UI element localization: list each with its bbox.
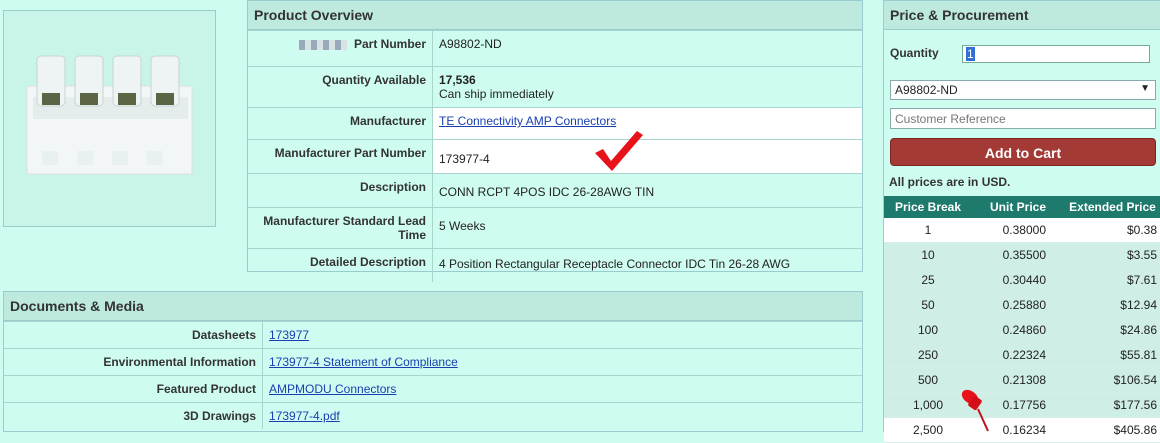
table-row: 1,000 0.17756 $177.56 bbox=[884, 392, 1160, 418]
table-row: Environmental Information 173977-4 State… bbox=[4, 348, 862, 376]
table-row: 500 0.21308 $106.54 bbox=[884, 367, 1160, 393]
part-number-value: A98802-ND bbox=[432, 30, 862, 67]
checkmark-icon bbox=[595, 131, 643, 171]
table-row: 1 0.38000 $0.38 bbox=[884, 218, 1160, 243]
3d-drawing-link[interactable]: 173977-4.pdf bbox=[269, 409, 340, 423]
unit-price-header: Unit Price bbox=[972, 196, 1064, 218]
price-break-table: Price Break Unit Price Extended Price 1 … bbox=[884, 196, 1160, 443]
table-row: 3D Drawings 173977-4.pdf bbox=[4, 402, 862, 429]
price-break-cell: 100 bbox=[884, 317, 972, 343]
price-break-cell: 1 bbox=[884, 218, 972, 243]
description-value: CONN RCPT 4POS IDC 26-28AWG TIN bbox=[439, 185, 655, 199]
price-procurement-panel: Price & Procurement Quantity 1 A98802-ND… bbox=[883, 0, 1160, 443]
unit-price-cell: 0.24860 bbox=[972, 317, 1064, 343]
product-overview-panel: Product Overview Part Number A98802-ND Q… bbox=[247, 0, 863, 282]
table-row: 100 0.24860 $24.86 bbox=[884, 317, 1160, 343]
quantity-available-value: 17,536 bbox=[439, 73, 476, 87]
manufacturer-part-number-label: Manufacturer Part Number bbox=[248, 139, 433, 174]
documents-media-panel: Documents & Media Datasheets 173977 Envi… bbox=[3, 291, 863, 432]
extended-price-cell: $177.56 bbox=[1064, 392, 1160, 418]
add-to-cart-button[interactable]: Add to Cart bbox=[890, 138, 1156, 166]
product-image-frame[interactable] bbox=[3, 10, 216, 227]
lead-time-value: 5 Weeks bbox=[439, 219, 486, 233]
documents-media-table: Datasheets 173977 Environmental Informat… bbox=[4, 321, 862, 429]
currency-note: All prices are in USD. bbox=[889, 175, 1011, 189]
description-label: Description bbox=[248, 173, 433, 208]
table-row: Manufacturer Standard Lead Time 5 Weeks bbox=[248, 207, 862, 249]
extended-price-cell: $12.94 bbox=[1064, 292, 1160, 318]
quantity-input[interactable]: 1 bbox=[962, 45, 1150, 63]
unit-price-cell: 0.30440 bbox=[972, 267, 1064, 293]
manufacturer-link[interactable]: TE Connectivity AMP Connectors bbox=[439, 114, 616, 128]
detailed-description-label: Detailed Description bbox=[248, 248, 433, 282]
3d-drawings-label: 3D Drawings bbox=[4, 402, 263, 429]
part-number-select[interactable]: A98802-ND ▼ bbox=[890, 80, 1156, 100]
unit-price-cell: 0.38000 bbox=[972, 218, 1064, 243]
table-row: Description CONN RCPT 4POS IDC 26-28AWG … bbox=[248, 173, 862, 208]
table-row: 10 0.35500 $3.55 bbox=[884, 242, 1160, 268]
product-image[interactable] bbox=[17, 11, 202, 226]
detailed-description-value: 4 Position Rectangular Receptacle Connec… bbox=[439, 257, 791, 271]
customer-reference-input[interactable]: Customer Reference bbox=[890, 108, 1156, 129]
ship-note: Can ship immediately bbox=[439, 87, 554, 101]
quantity-available-label: Quantity Available bbox=[248, 66, 433, 108]
environmental-information-label: Environmental Information bbox=[4, 348, 263, 376]
featured-product-label: Featured Product bbox=[4, 375, 263, 403]
table-row: Detailed Description 4 Position Rectangu… bbox=[248, 248, 862, 282]
table-row: Manufacturer TE Connectivity AMP Connect… bbox=[248, 107, 862, 140]
product-overview-table: Part Number A98802-ND Quantity Available… bbox=[248, 30, 862, 282]
table-row: Manufacturer Part Number 173977-4 bbox=[248, 139, 862, 174]
extended-price-cell: $3.55 bbox=[1064, 242, 1160, 268]
table-row: Part Number A98802-ND bbox=[248, 30, 862, 67]
quantity-value: 1 bbox=[966, 47, 975, 61]
redacted-mark bbox=[298, 39, 347, 50]
documents-media-title: Documents & Media bbox=[4, 292, 862, 321]
pushpin-icon bbox=[961, 389, 989, 432]
price-break-cell: 50 bbox=[884, 292, 972, 318]
product-overview-title: Product Overview bbox=[248, 1, 862, 30]
table-row: 50 0.25880 $12.94 bbox=[884, 292, 1160, 318]
manufacturer-label: Manufacturer bbox=[248, 107, 433, 140]
extended-price-cell: $106.54 bbox=[1064, 367, 1160, 393]
part-number-select-value: A98802-ND bbox=[895, 83, 958, 97]
price-break-cell: 25 bbox=[884, 267, 972, 293]
unit-price-cell: 0.35500 bbox=[972, 242, 1064, 268]
price-break-cell: 10 bbox=[884, 242, 972, 268]
table-row: 25 0.30440 $7.61 bbox=[884, 267, 1160, 293]
extended-price-cell: $0.38 bbox=[1064, 218, 1160, 243]
extended-price-cell: $405.86 bbox=[1064, 417, 1160, 443]
extended-price-cell: $55.81 bbox=[1064, 342, 1160, 368]
table-header-row: Price Break Unit Price Extended Price bbox=[884, 196, 1160, 218]
quantity-label: Quantity bbox=[890, 46, 939, 60]
price-procurement-title: Price & Procurement bbox=[884, 1, 1160, 30]
price-break-header: Price Break bbox=[884, 196, 972, 218]
table-row: 2,500 0.16234 $405.86 bbox=[884, 417, 1160, 443]
lead-time-label: Manufacturer Standard Lead Time bbox=[248, 207, 433, 249]
manufacturer-part-number-value: 173977-4 bbox=[439, 152, 490, 166]
table-row: 250 0.22324 $55.81 bbox=[884, 342, 1160, 368]
table-row: Featured Product AMPMODU Connectors bbox=[4, 375, 862, 403]
statement-of-compliance-link[interactable]: 173977-4 Statement of Compliance bbox=[269, 355, 458, 369]
featured-product-link[interactable]: AMPMODU Connectors bbox=[269, 382, 396, 396]
datasheets-label: Datasheets bbox=[4, 321, 263, 349]
extended-price-cell: $24.86 bbox=[1064, 317, 1160, 343]
price-break-cell: 250 bbox=[884, 342, 972, 368]
table-row: Datasheets 173977 bbox=[4, 321, 862, 349]
dropdown-arrow-icon: ▼ bbox=[1140, 83, 1150, 94]
table-row: Quantity Available 17,536 Can ship immed… bbox=[248, 66, 862, 108]
unit-price-cell: 0.25880 bbox=[972, 292, 1064, 318]
part-number-label: Part Number bbox=[353, 37, 426, 51]
datasheet-link[interactable]: 173977 bbox=[269, 328, 309, 342]
extended-price-header: Extended Price bbox=[1064, 196, 1160, 218]
unit-price-cell: 0.22324 bbox=[972, 342, 1064, 368]
extended-price-cell: $7.61 bbox=[1064, 267, 1160, 293]
